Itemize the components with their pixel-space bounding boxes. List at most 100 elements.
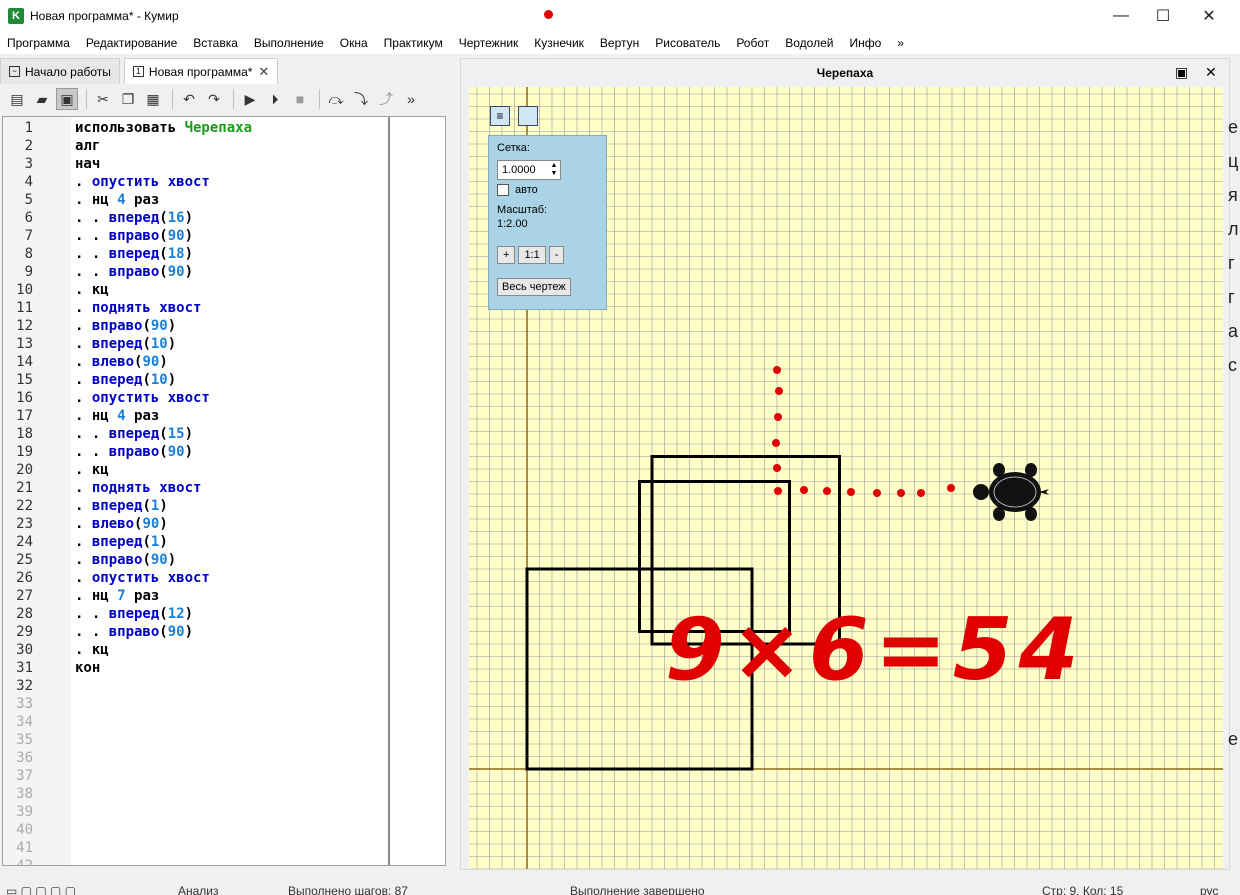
code-token: 15: [167, 426, 185, 442]
maximize-button[interactable]: ☐: [1140, 0, 1186, 32]
code-line[interactable]: . . вперед(15): [75, 425, 389, 443]
code-line[interactable]: . опустить хвост: [75, 173, 389, 191]
code-line[interactable]: алг: [75, 137, 389, 155]
step-out-icon[interactable]: ⤴: [375, 88, 397, 110]
code-token: вправо: [108, 264, 160, 280]
code-line[interactable]: . нц 4 раз: [75, 191, 389, 209]
menu-robot[interactable]: Робот: [736, 36, 769, 50]
code-token: вперед: [108, 426, 160, 442]
grid-label: Сетка:: [497, 142, 530, 154]
code-line[interactable]: . опустить хвост: [75, 389, 389, 407]
close-tab-icon[interactable]: ✕: [258, 64, 269, 80]
float-window-icon[interactable]: ▣: [1175, 64, 1188, 81]
panel-toggle-icon[interactable]: [518, 106, 538, 126]
code-line[interactable]: . вперед(1): [75, 533, 389, 551]
spin-arrows-icon[interactable]: ▲ ▼: [549, 162, 559, 178]
status-language: рус: [1200, 884, 1219, 895]
tab-start[interactable]: ~ Начало работы: [0, 58, 120, 84]
bg-text-char: ц: [1228, 151, 1239, 171]
cut-icon[interactable]: ✂: [92, 88, 114, 110]
line-number: 26: [16, 570, 33, 586]
code-token: . .: [75, 606, 109, 622]
menu-practicum[interactable]: Практикум: [384, 36, 443, 50]
bg-text-char: [1228, 484, 1240, 518]
menu-grasshopper[interactable]: Кузнечик: [534, 36, 584, 50]
bg-text-char: [1228, 552, 1240, 586]
code-line[interactable]: . поднять хвост: [75, 299, 389, 317]
line-number: 36: [16, 750, 33, 766]
close-turtle-icon[interactable]: ✕: [1205, 64, 1217, 81]
save-icon[interactable]: ▣: [56, 88, 78, 110]
menu-overflow[interactable]: »: [897, 36, 904, 50]
code-line[interactable]: кон: [75, 659, 389, 677]
menu-insert[interactable]: Вставка: [193, 36, 238, 50]
red-annotation-dot: [917, 489, 925, 497]
menu-run[interactable]: Выполнение: [254, 36, 324, 50]
code-line[interactable]: . . вправо(90): [75, 227, 389, 245]
zoom-reset-button[interactable]: 1:1: [518, 246, 546, 264]
code-editor[interactable]: 1 2 3 4 5 6 7 8 9 10 11 12 13 14 15 16 17 18 19 20 21 22 23 24 2…: [2, 116, 446, 866]
code-line[interactable]: . . вправо(90): [75, 263, 389, 281]
code-line[interactable]: . . вперед(16): [75, 209, 389, 227]
code-line[interactable]: . нц 7 раз: [75, 587, 389, 605]
minimize-button[interactable]: —: [1098, 0, 1144, 32]
tab-label: Начало работы: [25, 64, 111, 79]
open-folder-icon[interactable]: ▰: [31, 88, 53, 110]
code-token: .: [75, 516, 92, 532]
code-line[interactable]: . нц 4 раз: [75, 407, 389, 425]
code-line[interactable]: . . вперед(18): [75, 245, 389, 263]
code-line[interactable]: . поднять хвост: [75, 479, 389, 497]
code-line[interactable]: . влево(90): [75, 353, 389, 371]
code-token: (: [142, 498, 151, 514]
code-token: .: [75, 570, 92, 586]
grid-step-spinbox[interactable]: 1.0000 ▲ ▼: [497, 160, 561, 180]
run-step-icon[interactable]: ⏵: [264, 88, 286, 110]
code-line[interactable]: . . вперед(12): [75, 605, 389, 623]
zoom-in-button[interactable]: +: [497, 246, 516, 264]
zoom-out-button[interactable]: -: [548, 246, 565, 264]
menu-vertun[interactable]: Вертун: [600, 36, 639, 50]
code-line[interactable]: . вправо(90): [75, 317, 389, 335]
code-line[interactable]: . влево(90): [75, 515, 389, 533]
code-token: вперед: [91, 534, 143, 550]
menu-program[interactable]: Программа: [7, 36, 70, 50]
menu-windows[interactable]: Окна: [340, 36, 368, 50]
menu-icon[interactable]: ≡: [490, 106, 510, 126]
stop-icon[interactable]: ■: [289, 88, 311, 110]
close-window-button[interactable]: ✕: [1186, 0, 1232, 32]
code-line[interactable]: . . вправо(90): [75, 443, 389, 461]
code-line[interactable]: . вперед(1): [75, 497, 389, 515]
code-token: . .: [75, 246, 109, 262]
new-file-icon[interactable]: ▤: [6, 88, 28, 110]
code-line[interactable]: нач: [75, 155, 389, 173]
menu-info[interactable]: Инфо: [849, 36, 881, 50]
menu-draftsman[interactable]: Чертежник: [459, 36, 519, 50]
code-line[interactable]: . опустить хвост: [75, 569, 389, 587]
undo-icon[interactable]: ↶: [178, 88, 200, 110]
code-token: 90: [167, 228, 185, 244]
step-into-icon[interactable]: ⤵: [350, 88, 372, 110]
paste-icon[interactable]: ▦: [142, 88, 164, 110]
code-area[interactable]: использовать Черепаха алг нач. опустить хв…: [75, 119, 389, 677]
code-line[interactable]: . . вправо(90): [75, 623, 389, 641]
menu-edit[interactable]: Редактирование: [86, 36, 177, 50]
menu-water[interactable]: Водолей: [785, 36, 833, 50]
whole-drawing-button[interactable]: Весь чертеж: [497, 278, 571, 296]
menu-painter[interactable]: Рисователь: [655, 36, 720, 50]
code-token: . .: [75, 426, 109, 442]
redo-icon[interactable]: ↷: [203, 88, 225, 110]
toolbar-overflow[interactable]: »: [400, 88, 422, 110]
tab-new-program[interactable]: 1 Новая программа* ✕: [123, 58, 279, 84]
auto-grid-checkbox[interactable]: [497, 184, 509, 196]
code-line[interactable]: . кц: [75, 641, 389, 659]
run-icon[interactable]: ▶: [239, 88, 261, 110]
code-line[interactable]: использовать Черепаха: [75, 119, 389, 137]
step-over-icon[interactable]: ⤼: [325, 88, 347, 110]
copy-icon[interactable]: ❐: [117, 88, 139, 110]
code-line[interactable]: . вперед(10): [75, 371, 389, 389]
code-line[interactable]: . кц: [75, 461, 389, 479]
code-line[interactable]: . вперед(10): [75, 335, 389, 353]
code-line[interactable]: . вправо(90): [75, 551, 389, 569]
code-line[interactable]: . кц: [75, 281, 389, 299]
code-token: . .: [75, 444, 109, 460]
